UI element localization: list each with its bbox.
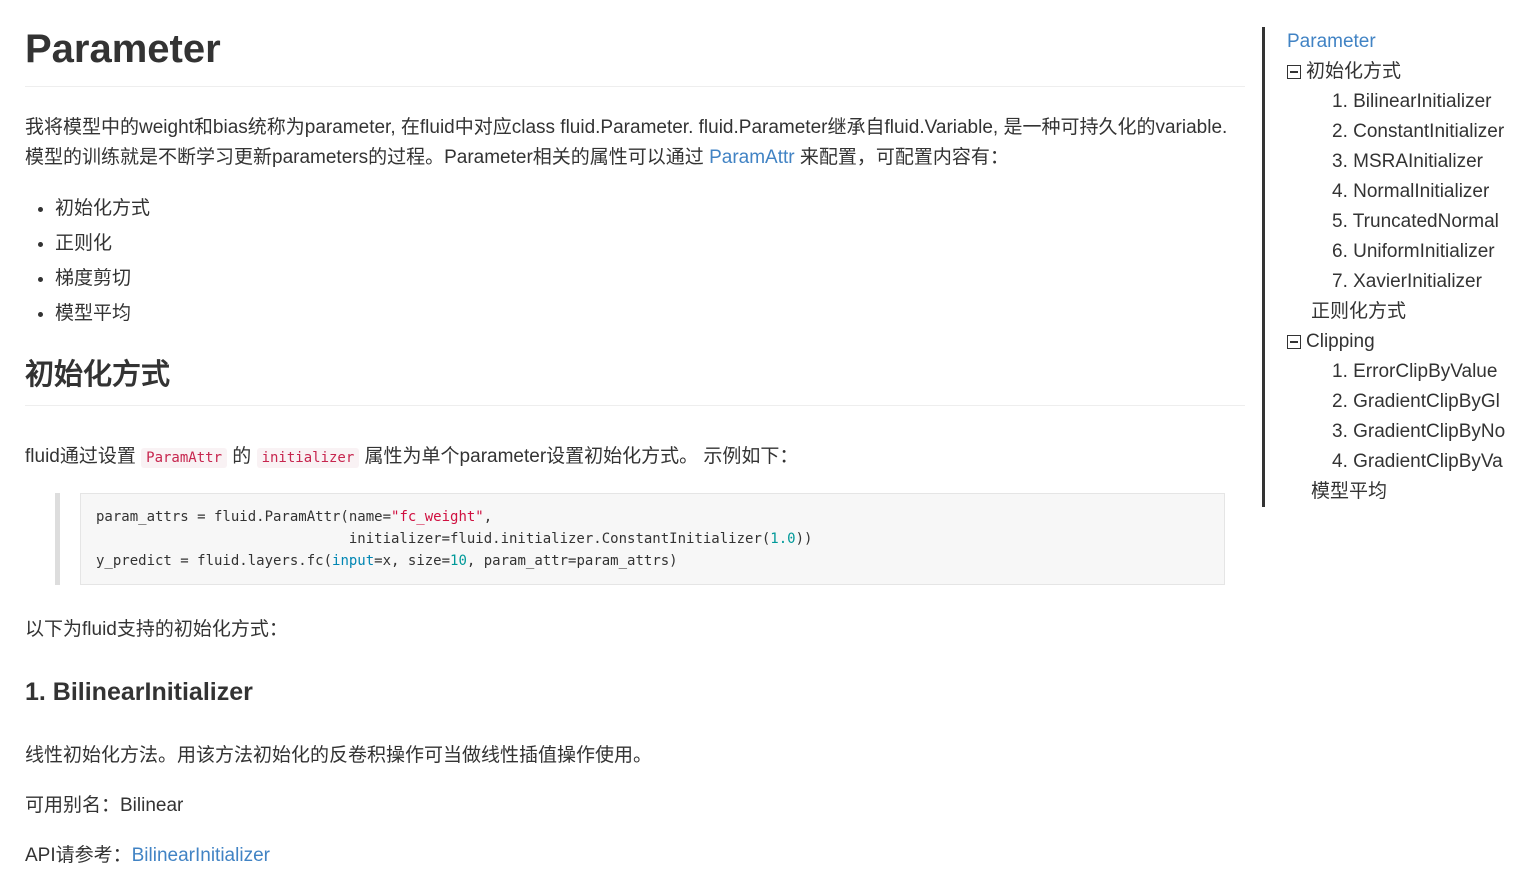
list-item: 模型平均: [55, 296, 1245, 331]
toc-subitem[interactable]: 5. TruncatedNormal: [1265, 207, 1528, 237]
init-description: fluid通过设置 ParamAttr 的 initializer 属性为单个p…: [25, 442, 1245, 473]
toc-subitem[interactable]: 4. NormalInitializer: [1265, 177, 1528, 207]
init-text: fluid通过设置: [25, 446, 142, 467]
list-item: 梯度剪切: [55, 261, 1245, 296]
intro-text-tail: 来配置，可配置内容有：: [794, 147, 1009, 168]
config-list: 初始化方式 正则化 梯度剪切 模型平均: [25, 191, 1245, 331]
section-heading-init: 初始化方式: [25, 355, 1245, 406]
list-item: 初始化方式: [55, 191, 1245, 226]
toc-subitem[interactable]: 1. BilinearInitializer: [1265, 87, 1528, 117]
main-content: Parameter 我将模型中的weight和bias统称为parameter,…: [25, 0, 1245, 871]
toc-label: Clipping: [1306, 331, 1375, 352]
toc-subitem[interactable]: 4. GradientClipByVa: [1265, 447, 1528, 477]
toc-subitem[interactable]: 3. GradientClipByNo: [1265, 417, 1528, 447]
code-token: ,: [483, 509, 493, 525]
intro-text: 我将模型中的weight和bias统称为parameter, 在fluid中对应…: [25, 117, 1228, 168]
paramattr-link[interactable]: ParamAttr: [709, 147, 795, 168]
bilinear-alias: 可用别名：Bilinear: [25, 795, 184, 816]
collapse-icon[interactable]: [1287, 335, 1301, 349]
code-number: 1.0: [770, 531, 796, 547]
code-token: , param_attr=param_attrs): [466, 553, 678, 569]
code-keyword: input: [332, 553, 375, 569]
toc-subitem[interactable]: 7. XavierInitializer: [1265, 267, 1528, 297]
code-number: 10: [450, 553, 467, 569]
bilinear-api-link[interactable]: BilinearInitializer: [132, 845, 270, 866]
init-text: 的: [227, 446, 257, 467]
collapse-icon[interactable]: [1287, 65, 1301, 79]
code-token: )): [795, 531, 813, 547]
bilinear-description: 线性初始化方法。用该方法初始化的反卷积操作可当做线性插值操作使用。: [25, 745, 653, 766]
list-item: 正则化: [55, 226, 1245, 261]
code-string: "fc_weight": [391, 509, 484, 525]
intro-paragraph: 我将模型中的weight和bias统称为parameter, 在fluid中对应…: [25, 113, 1240, 173]
toc-item-regularization[interactable]: 正则化方式: [1265, 297, 1528, 327]
toc-subitem[interactable]: 6. UniformInitializer: [1265, 237, 1528, 267]
toc-subitem[interactable]: 2. ConstantInitializer: [1265, 117, 1528, 147]
toc-item-init[interactable]: 初始化方式: [1265, 57, 1528, 87]
toc-item-model-average[interactable]: 模型平均: [1265, 477, 1528, 507]
subsection-heading-bilinear: 1. BilinearInitializer: [25, 678, 253, 706]
inline-code-paramattr: ParamAttr: [141, 448, 227, 468]
table-of-contents: Parameter 初始化方式 1. BilinearInitializer 2…: [1262, 27, 1528, 507]
code-quote: param_attrs = fluid.ParamAttr(name="fc_w…: [55, 493, 1225, 585]
toc-subitem[interactable]: 2. GradientClipByGl: [1265, 387, 1528, 417]
init-text: 属性为单个parameter设置初始化方式。 示例如下：: [359, 446, 799, 467]
toc-item-parameter[interactable]: Parameter: [1265, 27, 1528, 57]
toc-subitem[interactable]: 1. ErrorClipByValue: [1265, 357, 1528, 387]
toc-label: 初始化方式: [1306, 61, 1402, 82]
inline-code-initializer: initializer: [256, 448, 360, 468]
supported-text: 以下为fluid支持的初始化方式：: [25, 619, 288, 640]
toc-subitem[interactable]: 3. MSRAInitializer: [1265, 147, 1528, 177]
code-token: param_attrs = fluid.ParamAttr(name=: [96, 509, 392, 525]
page-title: Parameter: [25, 26, 1245, 87]
api-label: API请参考：: [25, 845, 132, 866]
code-token: =x, size=: [374, 553, 451, 569]
bilinear-api: API请参考：BilinearInitializer: [25, 841, 1245, 871]
toc-item-clipping[interactable]: Clipping: [1265, 327, 1528, 357]
code-block: param_attrs = fluid.ParamAttr(name="fc_w…: [80, 493, 1225, 585]
code-token: y_predict = fluid.layers.fc(: [96, 553, 333, 569]
code-token: initializer=fluid.initializer.ConstantIn…: [96, 531, 771, 547]
